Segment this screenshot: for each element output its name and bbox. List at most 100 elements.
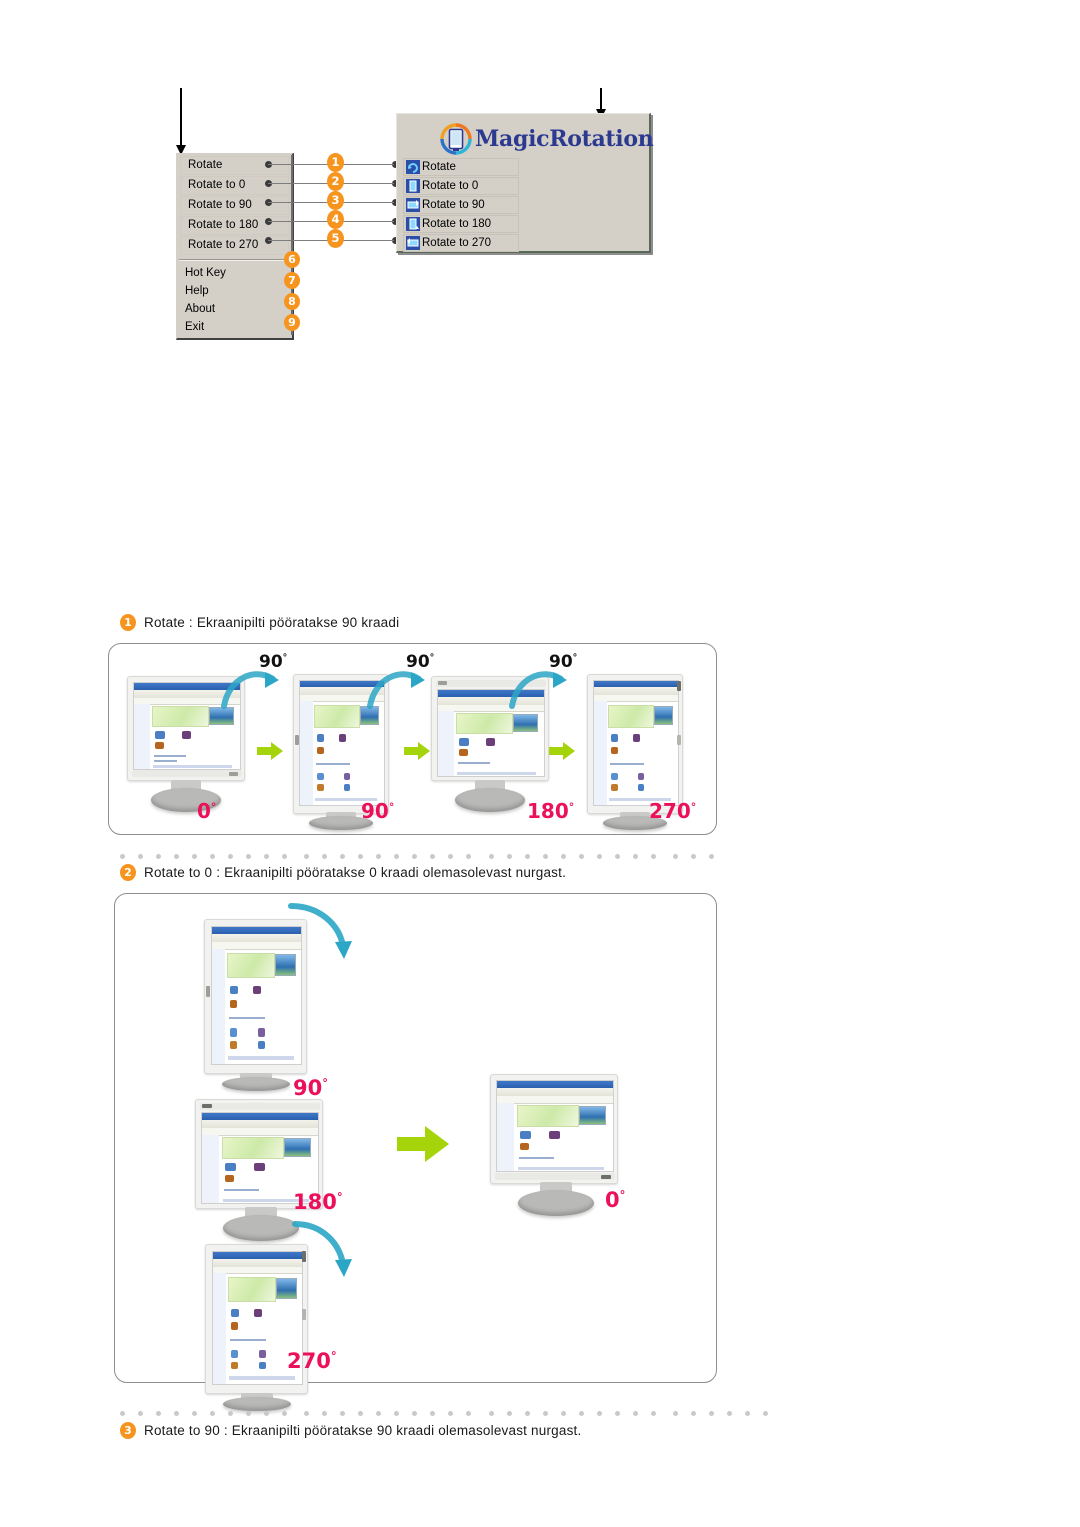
browser-thumb [610, 772, 618, 781]
browser-thumb [225, 1163, 236, 1172]
browser-banner [227, 953, 276, 979]
browser-thumb [459, 738, 469, 746]
menu-separator [179, 259, 290, 261]
browser-thumb [229, 985, 238, 995]
section-1-number: 1 [120, 614, 136, 631]
browser-thumb [155, 731, 165, 739]
panel-item-rotate-to-0[interactable]: Rotate to 0 [403, 177, 519, 195]
browser-photo [653, 705, 674, 726]
browser-thumb [181, 731, 192, 739]
browser-banner [314, 704, 360, 728]
section-3-number: 3 [120, 1422, 136, 1439]
panel-item-rotate-to-90[interactable]: Rotate to 90 [403, 196, 519, 214]
ctx-item-about[interactable]: About [177, 300, 292, 318]
marker-1: 1 [327, 153, 344, 172]
browser-titlebar [202, 1113, 318, 1121]
monitor-270deg [199, 1244, 314, 1411]
browser-thumb [343, 772, 351, 781]
monitor-screen [593, 680, 679, 806]
state-label-180: 180° [527, 799, 575, 823]
marker-8: 8 [284, 293, 300, 310]
browser-thumb [258, 1028, 266, 1037]
ctx-item-exit[interactable]: Exit [177, 318, 292, 336]
ctx-item-rotate-to-180[interactable]: Rotate to 180 [180, 216, 289, 235]
monitor-power-button [438, 681, 447, 685]
browser-addressbar [497, 1096, 613, 1104]
browser-thumb [252, 985, 261, 995]
browser-row [153, 764, 232, 769]
browser-text [519, 1156, 554, 1159]
magicrotation-menu-diagram: Rotate Rotate to 0 Rotate to 90 Rotate t… [0, 0, 1080, 380]
monitor-chin [132, 770, 242, 777]
monitor-chin [200, 1103, 320, 1110]
state-label-0: 0° [605, 1188, 626, 1212]
state-label-180: 180° [293, 1190, 343, 1214]
browser-thumb [485, 738, 496, 746]
panel-item-label: Rotate to 0 [422, 180, 479, 192]
ctx-item-hot-key[interactable]: Hot Key [177, 264, 292, 282]
ctx-item-rotate[interactable]: Rotate [180, 156, 289, 175]
section-2-caption-text: Rotate to 0 : Ekraanipilti pööratakse 0 … [144, 865, 567, 880]
green-arrow-to-0deg [397, 1126, 449, 1162]
browser-thumb [459, 749, 468, 757]
monitor-power-button [229, 772, 238, 776]
magicrotation-panel[interactable]: MagicRotation Rotate Rotate to 0 Rotate … [396, 113, 654, 253]
browser-thumb [338, 734, 347, 742]
browser-banner [152, 706, 210, 728]
state-label-90: 90° [361, 799, 395, 823]
browser-thumb [259, 1349, 267, 1358]
panel-item-label: Rotate to 90 [422, 199, 485, 211]
monitor-power-button [601, 1175, 611, 1179]
browser-addressbar [594, 694, 678, 702]
marker-6: 6 [284, 251, 300, 268]
tray-context-menu[interactable]: Rotate Rotate to 0 Rotate to 90 Rotate t… [176, 153, 294, 340]
browser-thumb [610, 734, 619, 742]
panel-title: MagicRotation [475, 126, 654, 152]
browser-photo [579, 1106, 606, 1126]
browser-sidebar [300, 700, 313, 805]
panel-item-rotate-to-270[interactable]: Rotate to 270 [403, 234, 519, 252]
monitor-chin [495, 1173, 615, 1180]
browser-photo [284, 1138, 311, 1158]
browser-banner [228, 1277, 277, 1302]
marker-4: 4 [327, 210, 344, 229]
green-arrow-1 [257, 742, 283, 760]
browser-sidebar [594, 700, 607, 805]
browser-thumb [610, 783, 618, 792]
panel-item-rotate[interactable]: Rotate [403, 158, 519, 176]
ctx-item-rotate-to-270[interactable]: Rotate to 270 [180, 236, 289, 255]
section-3-caption-text: Rotate to 90 : Ekraanipilti pööratakse 9… [144, 1423, 582, 1438]
browser-banner [608, 704, 654, 728]
ctx-item-rotate-to-90[interactable]: Rotate to 90 [180, 196, 289, 215]
monitor-power-button [677, 681, 681, 691]
browser-screenshot [497, 1081, 613, 1171]
rotate-to-270-icon [406, 236, 420, 250]
browser-row [517, 1166, 604, 1171]
browser-addressbar [213, 1266, 302, 1275]
marker-5: 5 [327, 229, 344, 248]
browser-thumb [316, 772, 324, 781]
panel-item-rotate-to-180[interactable]: Rotate to 180 [403, 215, 519, 233]
browser-thumb [258, 1040, 266, 1049]
browser-sidebar [438, 710, 454, 776]
browser-thumb [253, 1308, 262, 1317]
monitor-base [455, 788, 525, 812]
browser-photo [276, 1278, 297, 1299]
rotate-icon [406, 160, 420, 174]
browser-text [224, 1188, 259, 1191]
rotation-arc-90-to-180 [288, 903, 352, 959]
browser-thumb [520, 1143, 530, 1151]
browser-thumb [316, 746, 324, 755]
browser-text [154, 759, 178, 762]
browser-thumb [316, 734, 325, 742]
monitor-power-button [295, 735, 299, 745]
arc-label-90-1: 90° [259, 652, 288, 672]
ctx-item-help[interactable]: Help [177, 282, 292, 300]
browser-titlebar [497, 1081, 613, 1089]
browser-sidebar [497, 1102, 515, 1171]
ctx-item-rotate-to-0[interactable]: Rotate to 0 [180, 176, 289, 195]
browser-sidebar [202, 1134, 220, 1203]
browser-sidebar [213, 1273, 227, 1384]
monitor-osd-button [302, 1309, 306, 1320]
browser-thumb [230, 1308, 239, 1317]
